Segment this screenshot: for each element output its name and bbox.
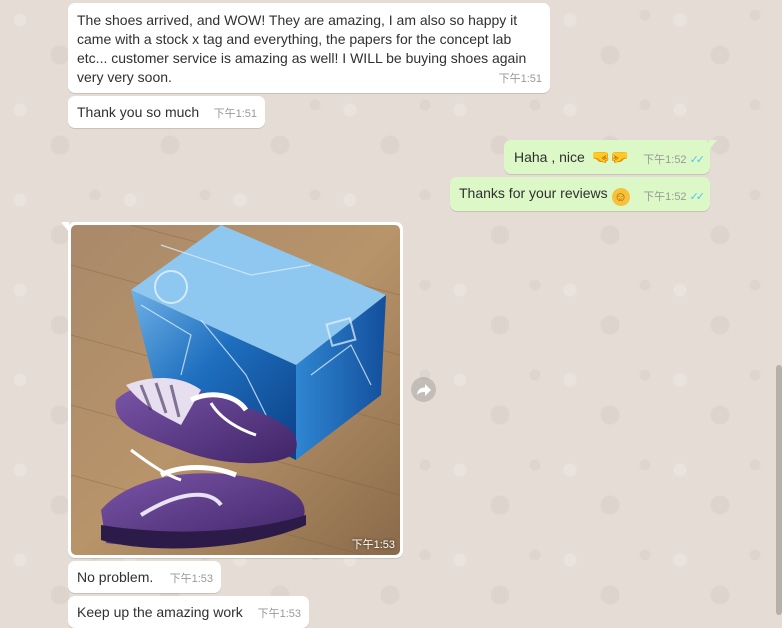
message-text: Thanks for your reviews — [459, 185, 608, 201]
bubble-tail — [61, 222, 69, 232]
message-text: Keep up the amazing work — [77, 604, 243, 620]
message-text: The shoes arrived, and WOW! They are ama… — [77, 12, 527, 85]
message-outgoing[interactable]: Haha , nice 🤜🤛 下午1:52 ✓✓ — [504, 140, 717, 174]
message-time: 下午1:52 ✓✓ — [643, 151, 706, 170]
message-text: No problem. — [77, 569, 154, 585]
double-check-icon: ✓✓ — [689, 191, 706, 203]
forward-arrow-icon — [416, 383, 431, 396]
forward-button[interactable] — [411, 377, 436, 402]
message-time: 下午1:51 — [498, 73, 542, 85]
message-time: 下午1:53 — [351, 539, 395, 551]
double-check-icon: ✓✓ — [689, 154, 706, 166]
message-outgoing[interactable]: Thanks for your reviews ☺ 下午1:52 ✓✓ — [450, 177, 710, 211]
message-time-text: 下午1:52 — [643, 191, 687, 203]
message-photo[interactable]: 下午1:53 — [61, 222, 403, 558]
fist-bump-emoji: 🤜🤛 — [591, 149, 630, 166]
message-time: 下午1:51 — [213, 108, 257, 120]
message-incoming[interactable]: The shoes arrived, and WOW! They are ama… — [68, 3, 550, 93]
bubble-tail — [709, 140, 717, 150]
message-time: 下午1:52 ✓✓ — [643, 188, 706, 207]
message-incoming[interactable]: Thank you so much 下午1:51 — [68, 96, 265, 128]
chat-scrollbar[interactable] — [776, 365, 782, 615]
message-time: 下午1:53 — [257, 608, 301, 620]
message-incoming[interactable]: Keep up the amazing work 下午1:53 — [68, 596, 309, 628]
message-incoming[interactable]: No problem. 下午1:53 — [68, 561, 221, 593]
shoes-photo[interactable] — [71, 225, 400, 555]
message-time-text: 下午1:52 — [643, 154, 687, 166]
smiling-face-emoji: ☺ — [611, 188, 630, 206]
message-text: Haha , nice — [514, 149, 585, 165]
message-time: 下午1:53 — [169, 573, 213, 585]
message-text: Thank you so much — [77, 104, 200, 120]
